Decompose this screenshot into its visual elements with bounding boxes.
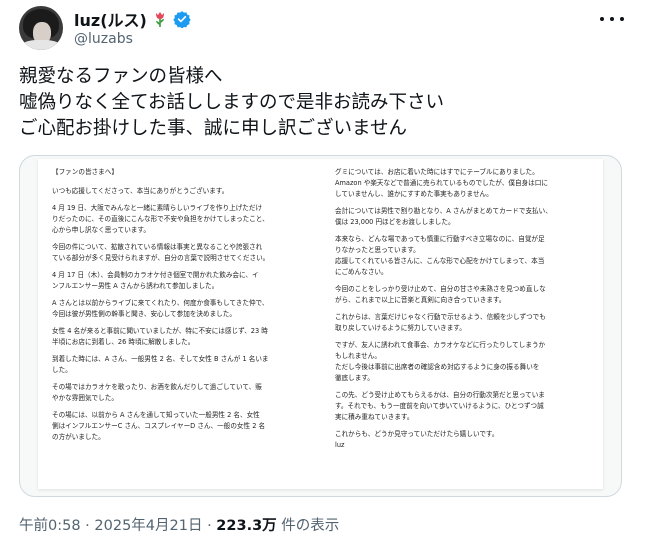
dot: [620, 17, 624, 21]
tweet-meta: 午前0:58 · 2025年4月21日 · 223.3万 件の表示: [19, 514, 339, 535]
tweet-date[interactable]: 2025年4月21日: [94, 518, 202, 534]
letter-right-column: グミについては、お店に着いた時にはすでにテーブルにありました。 Amazon や…: [335, 167, 597, 457]
letter-paragraph: 会計については男性で割り勘となり、A さんがまとめてカードで支払い、 僕は 23…: [335, 207, 552, 226]
more-dots-icon[interactable]: [600, 9, 624, 29]
letter-paragraph: 本来なら、どんな場であっても慎重に行動すべき立場なのに、自覚が足 りなかったと思…: [335, 235, 545, 276]
letter-heading: 【ファンの皆さまへ】: [52, 168, 118, 176]
author-name-row: luz(ルス): [74, 7, 191, 31]
letter-paragraph: ですが、友人に誘われて食事会、カラオケなどに行ったりしてしまうか もしれません。…: [335, 341, 546, 382]
tweet-line: 親愛なるファンの皆様へ: [19, 66, 223, 87]
letter-paragraph: その場には、以前から A さんを通して知っていた一般男性 2 名、女性 側はイン…: [52, 411, 266, 441]
attached-image[interactable]: 【ファンの皆さまへ】 いつも応援してくださって、本当にありがとうございます。 4…: [19, 155, 622, 497]
tweet-text: 親愛なるファンの皆様へ 嘘偽りなく全てお話ししますので是非お読み下さい ご心配お…: [19, 64, 629, 142]
dot: [610, 17, 614, 21]
views-label: 件の表示: [276, 518, 340, 534]
letter-paragraph: 到着した時には、A さん、一般男性 2 名、そして女性 B さんが 1 名いま …: [52, 355, 269, 374]
letter-paragraph: 4 月 19 日、大阪でみんなと一緒に素晴らしいライブを作り上げただけ りだった…: [52, 204, 269, 234]
letter-paragraph: グミについては、お店に着いた時にはすでにテーブルにありました。 Amazon や…: [335, 168, 548, 198]
letter-left-column: 【ファンの皆さまへ】 いつも応援してくださって、本当にありがとうございます。 4…: [52, 167, 314, 449]
meta-separator: ·: [85, 518, 90, 534]
author-display-name[interactable]: luz(ルス): [74, 7, 147, 31]
letter-paragraph: 4 月 17 日（木）、会員制のカラオケ付き個室で開かれた飲み会に、イ ンフルエ…: [52, 271, 259, 290]
tweet-line: ご心配お掛けした事、誠に申し訳ございません: [19, 118, 407, 139]
letter-document: 【ファンの皆さまへ】 いつも応援してくださって、本当にありがとうございます。 4…: [38, 159, 603, 489]
avatar-shirt: [21, 40, 61, 50]
meta-separator: ·: [207, 518, 212, 534]
letter-paragraph: 今回のことをしっかり受け止めて、自分の甘さや未熟さを見つめ直しな がら、これまで…: [335, 285, 546, 304]
letter-paragraph: A さんとは以前からライブに来てくれたり、何度か食事もしてきた仲で、 今回は彼が…: [52, 299, 269, 318]
views-count: 223.3万: [216, 518, 277, 534]
letter-signoff: これからも、どうか見守っていただけたら嬉しいです。 luz: [335, 430, 499, 449]
dot: [600, 17, 604, 21]
letter-paragraph: いつも応援してくださって、本当にありがとうございます。: [52, 187, 229, 195]
letter-paragraph: これからは、言葉だけじゃなく行動で示せるよう、信頼を少しずつでも 取り戻していけ…: [335, 313, 546, 332]
letter-paragraph: この先、どう受け止めてもらえるかは、自分の行動次第だと思っていま す。それでも、…: [335, 391, 545, 421]
letter-paragraph: 今回の件について、拡散されている情報は事実と異なることや誇張され ている部分が多…: [52, 243, 270, 262]
tweet-line: 嘘偽りなく全てお話ししますので是非お読み下さい: [19, 92, 444, 113]
letter-paragraph: その場ではカラオケを歌ったり、お酒を飲んだりして過ごしていて、賑 やかな雰囲気で…: [52, 383, 262, 402]
tulip-flower-icon: [152, 10, 168, 28]
verified-badge-icon: [173, 10, 191, 29]
author-handle[interactable]: @luzabs: [74, 31, 133, 47]
letter-paragraph: 女性 4 名が来ると事前に聞いていましたが、特に不安には感じず、23 時 半頃に…: [52, 327, 268, 346]
author-avatar[interactable]: [19, 6, 63, 50]
tweet-time[interactable]: 午前0:58: [19, 518, 81, 534]
